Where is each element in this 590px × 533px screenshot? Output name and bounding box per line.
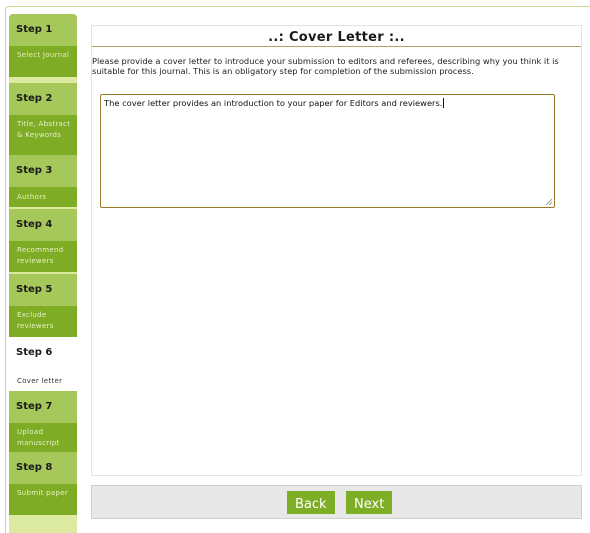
step-number: Step 5 [9,274,77,306]
step-number: Step 7 [9,391,77,423]
step-number: Step 8 [9,452,77,484]
next-button[interactable]: Next [346,491,393,514]
step-number: Step 2 [9,83,77,115]
text-caret [443,98,445,108]
step-label: Authors [9,187,77,207]
sidebar-step-7[interactable]: Step 7 Upload manuscript [9,391,77,454]
step-label: Upload manuscript [9,423,77,454]
cover-letter-textarea[interactable]: The cover letter provides an introductio… [100,94,555,208]
step-label: Submit paper [9,484,77,515]
navigation-bar: Back Next [91,485,582,519]
step-number: Step 6 [9,337,77,369]
step-number: Step 4 [9,209,77,241]
sidebar-step-5[interactable]: Step 5 Exclude reviewers [9,274,77,337]
steps-sidebar: Step 1 Select Journal Step 2 Title, Abst… [9,14,77,533]
step-number: Step 1 [9,14,77,46]
back-button[interactable]: Back [287,491,335,514]
resize-grip-icon[interactable] [545,198,552,205]
sidebar-step-2[interactable]: Step 2 Title, Abstract & Keywords [9,83,77,155]
page-title: ..: Cover Letter :.. [268,30,405,45]
step-label: Title, Abstract & Keywords [9,115,77,155]
step-number: Step 3 [9,155,77,187]
instructions-text: Please provide a cover letter to introdu… [92,56,559,76]
sidebar-step-1[interactable]: Step 1 Select Journal [9,14,77,77]
cover-letter-panel: ..: Cover Letter :.. Please provide a co… [91,25,582,476]
title-divider [92,46,581,47]
sidebar-step-3[interactable]: Step 3 Authors [9,155,77,207]
step-label: Select Journal [9,46,77,77]
sidebar-step-8[interactable]: Step 8 Submit paper [9,452,77,515]
sidebar-step-4[interactable]: Step 4 Recommend reviewers [9,209,77,272]
step-label: Recommend reviewers [9,241,77,272]
step-label: Exclude reviewers [9,306,77,337]
cover-letter-value: The cover letter provides an introductio… [104,98,443,108]
sidebar-step-6[interactable]: Step 6 Cover letter [9,337,77,395]
